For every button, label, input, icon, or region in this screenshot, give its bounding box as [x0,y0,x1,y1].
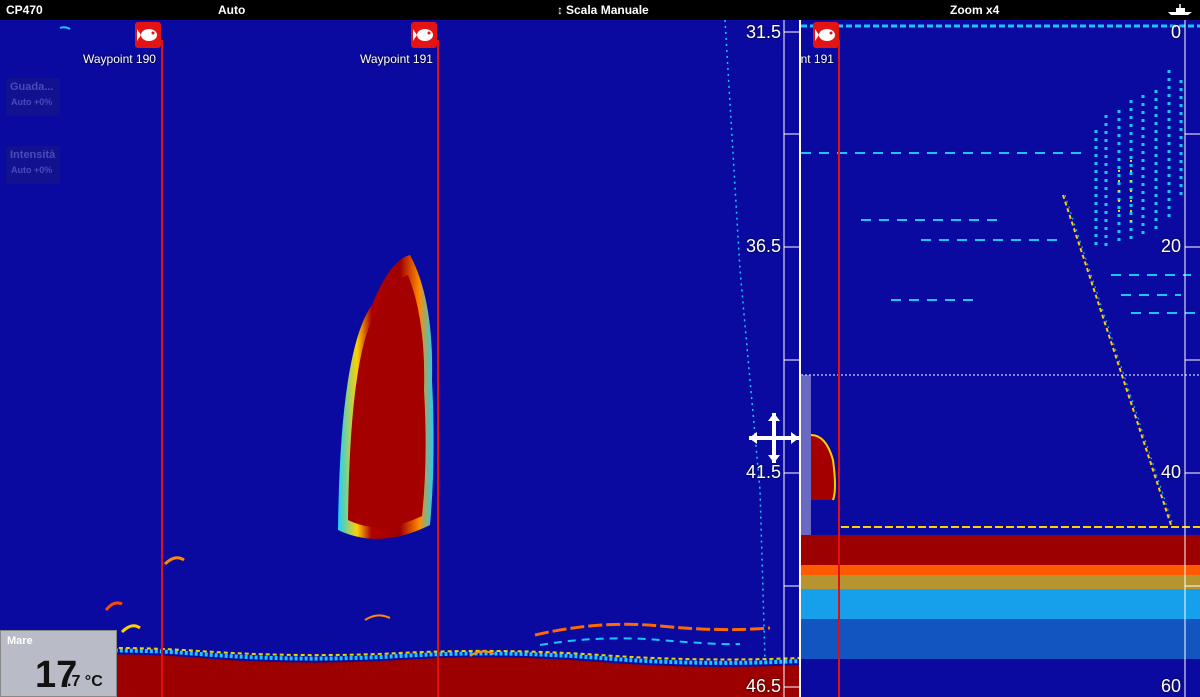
up-down-arrow-icon: ↕ [557,3,563,17]
sonar-main-view[interactable]: Waypoint 190 Waypoint 191 Guada... Auto … [0,20,799,697]
waypoint-label: Waypoint 191 [360,52,433,66]
zoom-level[interactable]: Zoom x4 [950,3,999,17]
fish-icon[interactable] [135,22,161,48]
seabed [801,535,1200,565]
status-bar: CP470 Auto ↕ Scala Manuale Zoom x4 [0,0,1200,20]
device-model: CP470 [6,3,43,17]
sonar-zoom-view[interactable]: Waypoint 191 0 20 40 60 [801,20,1200,697]
range-mode[interactable]: Scala Manuale [566,3,649,17]
boat-icon [1166,4,1194,16]
waypoint-label: Waypoint 191 [801,52,834,66]
depth-scale-label: 31.5 [746,22,782,42]
gain-control[interactable]: Guada... Auto +0% [6,78,60,116]
gain-value: Auto +0% [11,97,53,107]
fish-icon[interactable] [411,22,437,48]
fish-icon[interactable] [813,22,839,48]
temperature-label: Mare [7,635,33,647]
depth-scale-label: 40 [1161,462,1182,482]
gain-label: Guada... [10,81,54,93]
gain-mode[interactable]: Auto [218,3,245,17]
water-temperature-widget[interactable]: Mare 17 .7 °C [0,630,117,697]
intensity-value: Auto +0% [11,165,53,175]
depth-scale-label: 36.5 [746,236,782,256]
intensity-label: Intensità [10,149,56,161]
intensity-control[interactable]: Intensità Auto +0% [6,146,60,184]
depth-scale-label: 46.5 [746,676,782,696]
depth-scale-label: 41.5 [746,462,782,482]
waypoint-label: Waypoint 190 [83,52,156,66]
depth-scale-label: 0 [1171,22,1182,42]
temperature-decimal-unit: .7 °C [67,673,103,690]
depth-scale-label: 60 [1161,676,1182,696]
panel-divider [799,20,801,697]
depth-scale-label: 20 [1161,236,1182,256]
